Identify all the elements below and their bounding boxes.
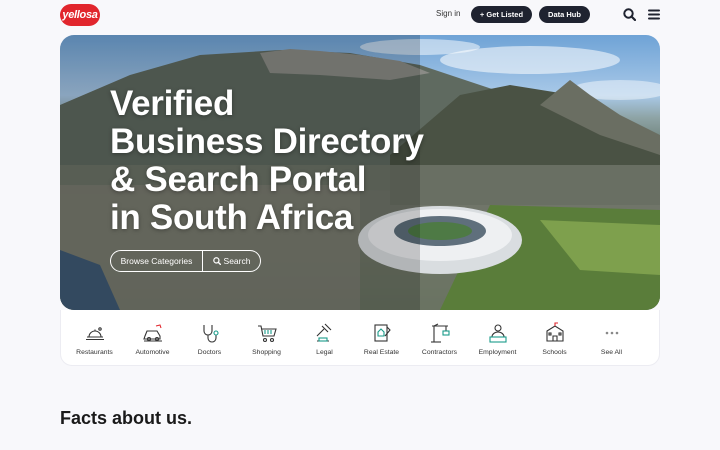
stethoscope-icon [202,325,219,343]
hero-title-line: Business Directory [110,122,424,161]
category-label: Automotive [135,349,170,356]
site-header: yellosa Sign in + Get Listed Data Hub [0,0,720,30]
category-contractors[interactable]: Contractors [411,322,468,356]
hamburger-menu-icon[interactable] [648,9,660,20]
hero-search-button[interactable]: Search [203,251,260,271]
category-restaurants[interactable]: Restaurants [66,322,123,356]
category-see-all[interactable]: See All [583,322,640,356]
sign-in-link[interactable]: Sign in [436,9,460,18]
school-icon [545,322,564,342]
automotive-icon [142,324,162,342]
hero-title-line: in South Africa [110,198,354,237]
shopping-cart-icon [257,325,277,343]
get-listed-button[interactable]: + Get Listed [471,6,532,23]
category-shopping[interactable]: Shopping [238,322,295,356]
yellosa-logo[interactable]: yellosa [60,4,100,26]
category-label: Real Estate [363,349,400,356]
category-label: Employment [478,349,517,356]
search-icon[interactable] [623,8,636,21]
crane-icon [430,323,450,343]
category-label: See All [600,349,623,356]
category-label: Doctors [197,349,222,356]
browse-categories-button[interactable]: Browse Categories [111,251,203,271]
real-estate-icon [373,324,391,342]
category-automotive[interactable]: Automotive [124,322,181,356]
category-label: Shopping [252,349,281,356]
category-bar: Restaurants Automotive Doctors Shopping … [60,310,660,366]
hero-title-line: & Search Portal [110,160,367,199]
category-label: Legal [316,349,333,356]
category-employment[interactable]: Employment [469,322,526,356]
employment-icon [488,324,507,343]
data-hub-button[interactable]: Data Hub [539,6,590,23]
search-icon [212,257,221,265]
category-label: Restaurants [76,349,113,356]
restaurant-icon [85,327,104,341]
facts-heading: Facts about us. [60,408,193,428]
gavel-icon [316,323,331,342]
hero-banner: Verified Business Directory & Search Por… [60,35,660,310]
category-legal[interactable]: Legal [296,322,353,356]
hero-search-label: Search [223,256,251,266]
hero-title: Verified Business Directory & Search Por… [110,85,470,237]
category-real-estate[interactable]: Real Estate [353,322,410,356]
hero-actions: Browse Categories Search [110,250,261,272]
hero-title-line: Verified [110,84,235,123]
more-icon [605,331,618,335]
category-doctors[interactable]: Doctors [181,322,238,356]
category-schools[interactable]: Schools [526,322,583,356]
category-label: Contractors [421,349,458,356]
category-label: Schools [542,349,567,356]
